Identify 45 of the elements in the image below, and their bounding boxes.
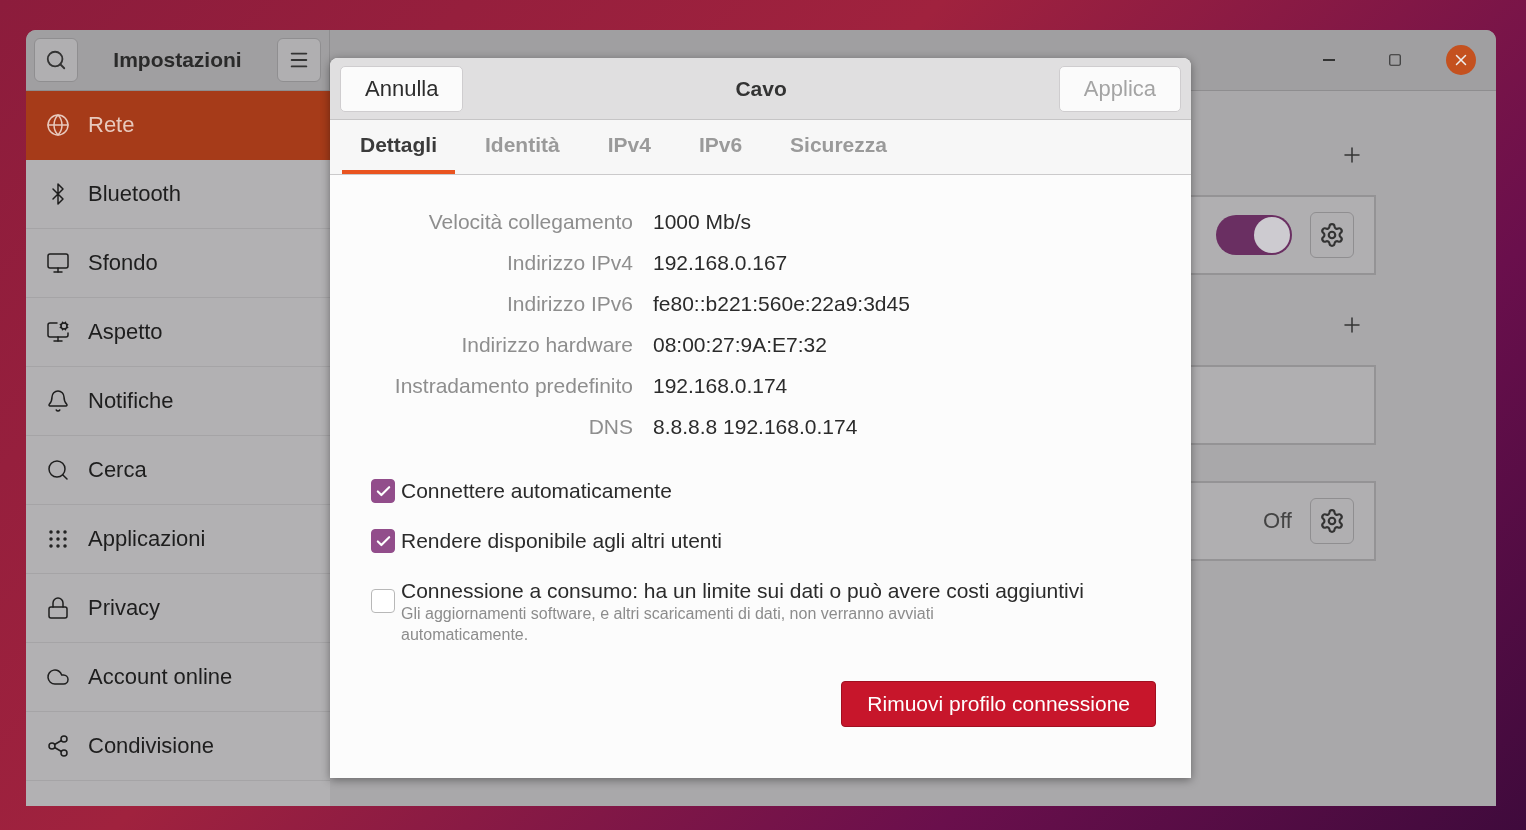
- checkbox-label: Rendere disponibile agli altri utenti: [401, 529, 723, 553]
- sidebar-item-icon: [46, 113, 70, 137]
- detail-value: fe80::b221:560e:22a9:3d45: [653, 292, 911, 316]
- maximize-icon: [1388, 53, 1402, 67]
- search-button[interactable]: [34, 38, 78, 82]
- minimize-icon: [1323, 59, 1335, 61]
- detail-label: Instradamento predefinito: [394, 374, 633, 398]
- checkbox-description: Gli aggiornamenti software, e altri scaricamenti di dati, non verranno avviati automaticamente.: [401, 604, 935, 645]
- tab[interactable]: Dettagli: [342, 120, 455, 174]
- detail-label: Indirizzo IPv6: [506, 292, 633, 316]
- checkbox-label: Connettere automaticamente: [401, 479, 672, 503]
- detail-value: 192.168.0.174: [653, 374, 789, 398]
- sidebar-item-icon: [46, 320, 70, 344]
- detail-label: Velocità collegamento: [428, 210, 633, 234]
- menu-button[interactable]: [277, 38, 321, 82]
- detail-value: 08:00:27:9A:E7:32: [653, 333, 828, 357]
- sidebar-item-icon: [46, 596, 70, 620]
- sidebar-item-icon: [46, 458, 70, 482]
- cancel-button[interactable]: Annulla: [340, 65, 464, 112]
- sidebar-item-icon: [46, 389, 70, 413]
- status-label: Off: [1263, 508, 1292, 534]
- window-title: Impostazioni: [113, 48, 242, 72]
- settings-button[interactable]: [1310, 212, 1354, 258]
- remove-profile-button[interactable]: Rimuovi profilo connessione: [841, 681, 1156, 727]
- toggle-switch[interactable]: [1216, 215, 1292, 255]
- dialog-title: Cavo: [735, 76, 787, 101]
- sidebar-item[interactable]: Rete: [26, 91, 330, 160]
- close-button[interactable]: [1446, 45, 1476, 75]
- settings-button[interactable]: [1310, 498, 1354, 544]
- detail-value: 8.8.8.8 192.168.0.174: [653, 415, 859, 439]
- gear-icon: [1319, 508, 1345, 534]
- search-icon: [45, 49, 67, 71]
- gear-icon: [1319, 222, 1345, 248]
- checkbox-label: Connessione a consumo: ha un limite sui dati o può avere costi aggiuntivi: [401, 579, 1084, 603]
- detail-label: Indirizzo hardware: [461, 333, 633, 357]
- detail-value: 192.168.0.167: [653, 251, 789, 275]
- checkbox[interactable]: [371, 529, 395, 553]
- sidebar-item-icon: [46, 527, 70, 551]
- detail-value: 1000 Mb/s: [653, 210, 753, 234]
- sidebar-item-icon: [46, 251, 70, 275]
- checkbox[interactable]: [371, 589, 395, 613]
- checkbox[interactable]: [371, 479, 395, 503]
- sidebar-item-icon: [46, 734, 70, 758]
- detail-label: Indirizzo IPv4: [506, 251, 633, 275]
- detail-label: DNS: [588, 415, 633, 439]
